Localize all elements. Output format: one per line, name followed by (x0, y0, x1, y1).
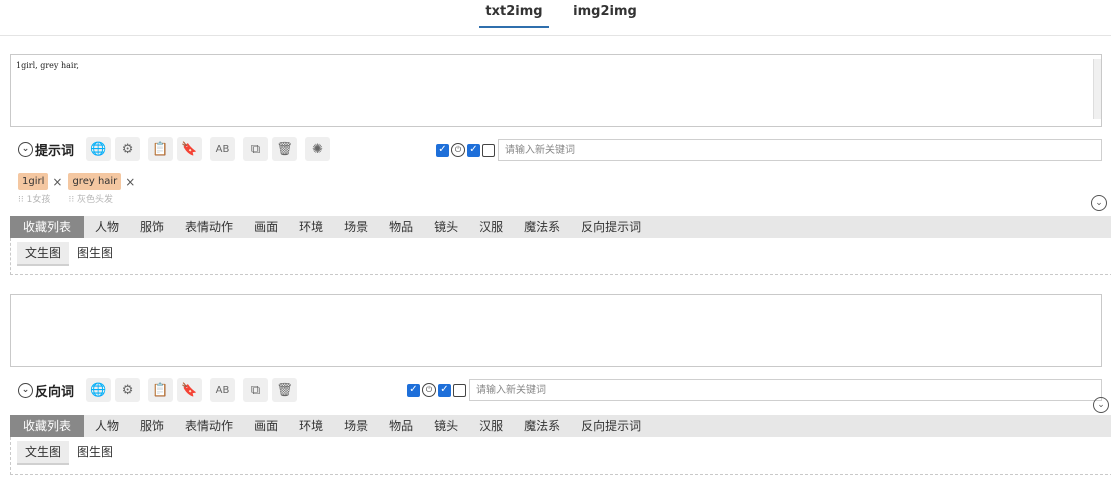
category-tab[interactable]: 收藏列表 (10, 216, 85, 238)
chevron-down-icon: ⌄ (18, 382, 33, 398)
category-tab[interactable]: 反向提示词 (570, 415, 651, 437)
prompt-toggle[interactable]: ⌄ 提示词 (18, 140, 74, 159)
category-tab[interactable]: 环境 (288, 415, 333, 437)
category-tab[interactable]: 魔法系 (513, 415, 570, 437)
spellcheck-icon[interactable]: AB (210, 378, 236, 402)
category-tab[interactable]: 镜头 (423, 216, 468, 238)
subtab-txt2img[interactable]: 文生图 (17, 441, 70, 465)
auto-translate-checkbox[interactable]: ✓ (407, 383, 420, 397)
category-panel: 文生图 图生图 (10, 238, 1111, 275)
negative-keyword-input[interactable] (469, 379, 1102, 401)
category-tab[interactable]: 画面 (243, 216, 288, 238)
negative-toggle[interactable]: ⌄ 反向词 (18, 381, 74, 400)
translate-icon[interactable]: 🌐 (86, 378, 112, 402)
tag-label[interactable]: grey hair (68, 173, 122, 190)
category-tab[interactable]: 镜头 (423, 415, 468, 437)
copy-icon[interactable]: ⧉ (243, 137, 269, 161)
tab-txt2img[interactable]: txt2img (479, 4, 549, 28)
history-icon[interactable]: 📋 (148, 378, 174, 402)
copy-icon[interactable]: ⧉ (243, 378, 269, 402)
chevron-down-icon: ⌄ (18, 141, 33, 157)
negative-options: ✓ ⏻ ✓ (407, 380, 466, 400)
category-tab[interactable]: 人物 (84, 216, 129, 238)
translate-icon[interactable]: 🌐 (86, 137, 112, 161)
category-bar: 收藏列表 人物 服饰 表情动作 画面 环境 场景 物品 镜头 汉服 魔法系 反向… (10, 216, 1111, 238)
category-tab[interactable]: 场景 (333, 216, 378, 238)
history-icon[interactable]: 📋 (148, 137, 174, 161)
spellcheck-icon[interactable]: AB (210, 137, 236, 161)
negative-label: 反向词 (35, 384, 75, 400)
prompt-tag[interactable]: grey hair × ⁝⁝ 灰色头发 (68, 173, 137, 205)
delete-icon[interactable]: 🗑 (272, 378, 298, 402)
negative-category-panel: 文生图 图生图 (10, 437, 1111, 475)
negative-category-bar: 收藏列表 人物 服饰 表情动作 画面 环境 场景 物品 镜头 汉服 魔法系 反向… (10, 415, 1111, 437)
category-tab[interactable]: 收藏列表 (10, 415, 85, 437)
bookmark-icon[interactable]: 🔖 (177, 137, 203, 161)
category-tab[interactable]: 服饰 (129, 216, 174, 238)
top-tab-bar: txt2img img2img (0, 0, 1111, 36)
category-tab[interactable]: 物品 (378, 216, 423, 238)
category-tab[interactable]: 表情动作 (174, 415, 243, 437)
category-tab[interactable]: 魔法系 (513, 216, 570, 238)
category-tab[interactable]: 场景 (333, 415, 378, 437)
prompt-textarea[interactable]: 1girl, grey hair, (10, 54, 1102, 127)
prompt-label: 提示词 (35, 143, 75, 159)
prompt-text: 1girl, grey hair, (16, 61, 79, 70)
category-tab[interactable]: 画面 (243, 415, 288, 437)
settings-icon[interactable]: ⚙ (115, 378, 141, 402)
category-tab[interactable]: 汉服 (468, 415, 513, 437)
collapse-chevron-icon[interactable]: ⌄ (1093, 397, 1109, 413)
tag-translation: ⁝⁝ 1女孩 (18, 195, 51, 205)
timer-icon: ⏻ (422, 383, 436, 397)
tag-label[interactable]: 1girl (18, 173, 49, 190)
auto-translate-checkbox[interactable]: ✓ (436, 143, 449, 157)
tag-translation: ⁝⁝ 灰色头发 (68, 195, 114, 205)
delete-icon[interactable]: 🗑 (272, 137, 298, 161)
category-tab[interactable]: 表情动作 (174, 216, 243, 238)
settings-icon[interactable]: ⚙ (115, 137, 141, 161)
subtab-img2img[interactable]: 图生图 (69, 441, 121, 465)
category-tab[interactable]: 服饰 (129, 415, 174, 437)
collapse-chevron-icon[interactable]: ⌄ (1091, 195, 1107, 211)
close-icon[interactable]: × (125, 175, 135, 189)
category-tab[interactable]: 汉服 (468, 216, 513, 238)
tab-img2img[interactable]: img2img (569, 4, 641, 28)
option-checkbox[interactable]: ✓ (467, 143, 480, 157)
prompt-tag-list: 1girl × ⁝⁝ 1女孩 grey hair × ⁝⁝ 灰色头发 (18, 173, 137, 205)
unchecked-checkbox[interactable] (453, 383, 466, 397)
prompt-tag[interactable]: 1girl × ⁝⁝ 1女孩 (18, 173, 64, 205)
timer-icon: ⏻ (451, 143, 465, 157)
subtab-img2img[interactable]: 图生图 (69, 242, 121, 266)
negative-toolbar: ⌄ 反向词 🌐 ⚙ 📋 🔖 AB ⧉ 🗑 (18, 378, 305, 402)
close-icon[interactable]: × (52, 175, 62, 189)
subtab-txt2img[interactable]: 文生图 (17, 242, 70, 266)
prompt-toolbar: ⌄ 提示词 🌐 ⚙ 📋 🔖 AB ⧉ 🗑 ✺ (18, 137, 338, 161)
option-checkbox[interactable]: ✓ (438, 383, 451, 397)
prompt-keyword-input[interactable] (498, 139, 1102, 161)
bookmark-icon[interactable]: 🔖 (177, 378, 203, 402)
category-tab[interactable]: 反向提示词 (570, 216, 651, 238)
prompt-options: ✓ ⏻ ✓ (436, 140, 495, 160)
unchecked-checkbox[interactable] (482, 143, 495, 157)
prompt-scrollbar[interactable] (1093, 59, 1101, 119)
category-tab[interactable]: 人物 (84, 415, 129, 437)
category-tab[interactable]: 物品 (378, 415, 423, 437)
openai-icon[interactable]: ✺ (305, 137, 331, 161)
category-tab[interactable]: 环境 (288, 216, 333, 238)
negative-prompt-textarea[interactable] (10, 294, 1102, 367)
